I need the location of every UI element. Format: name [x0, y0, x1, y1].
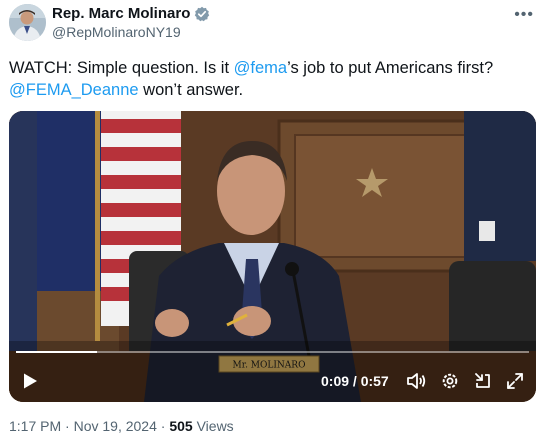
- video-frame: Mr. MOLINARO: [9, 111, 536, 402]
- progress-fill: [16, 351, 98, 353]
- post-date[interactable]: Nov 19, 2024: [74, 418, 157, 434]
- tweet-text-part: won’t answer.: [138, 81, 244, 99]
- video-player[interactable]: Mr. MOLINARO 0:09 / 0:57: [9, 111, 536, 402]
- verified-badge-icon: [194, 6, 210, 22]
- views-label: Views: [196, 418, 234, 434]
- meta-separator: ·: [156, 418, 170, 434]
- meta-separator: ·: [61, 418, 74, 434]
- settings-gear-icon[interactable]: [439, 371, 461, 391]
- tweet: Rep. Marc Molinaro @RepMolinaroNY19 ••• …: [0, 0, 550, 447]
- handle[interactable]: @RepMolinaroNY19: [52, 24, 181, 40]
- avatar[interactable]: [9, 4, 46, 41]
- more-dots-icon[interactable]: •••: [514, 6, 534, 24]
- display-name[interactable]: Rep. Marc Molinaro: [52, 5, 190, 22]
- tweet-text-part: ’s job to put Americans first?: [287, 59, 494, 77]
- play-icon[interactable]: [21, 372, 39, 390]
- video-time: 0:09 / 0:57: [321, 373, 389, 389]
- mention-link[interactable]: @FEMA_Deanne: [9, 81, 139, 99]
- post-time[interactable]: 1:17 PM: [9, 418, 61, 434]
- tweet-text: WATCH: Simple question. Is it @fema’s jo…: [9, 57, 534, 101]
- progress-bar[interactable]: [16, 351, 529, 353]
- volume-icon[interactable]: [406, 371, 428, 391]
- fullscreen-icon[interactable]: [504, 371, 526, 391]
- minimize-icon[interactable]: [472, 371, 494, 391]
- views-count: 505: [169, 418, 193, 434]
- tweet-text-part: WATCH: Simple question. Is it: [9, 59, 234, 77]
- tweet-meta: 1:17 PM · Nov 19, 2024 · 505 Views: [9, 418, 234, 434]
- mention-link[interactable]: @fema: [234, 59, 287, 77]
